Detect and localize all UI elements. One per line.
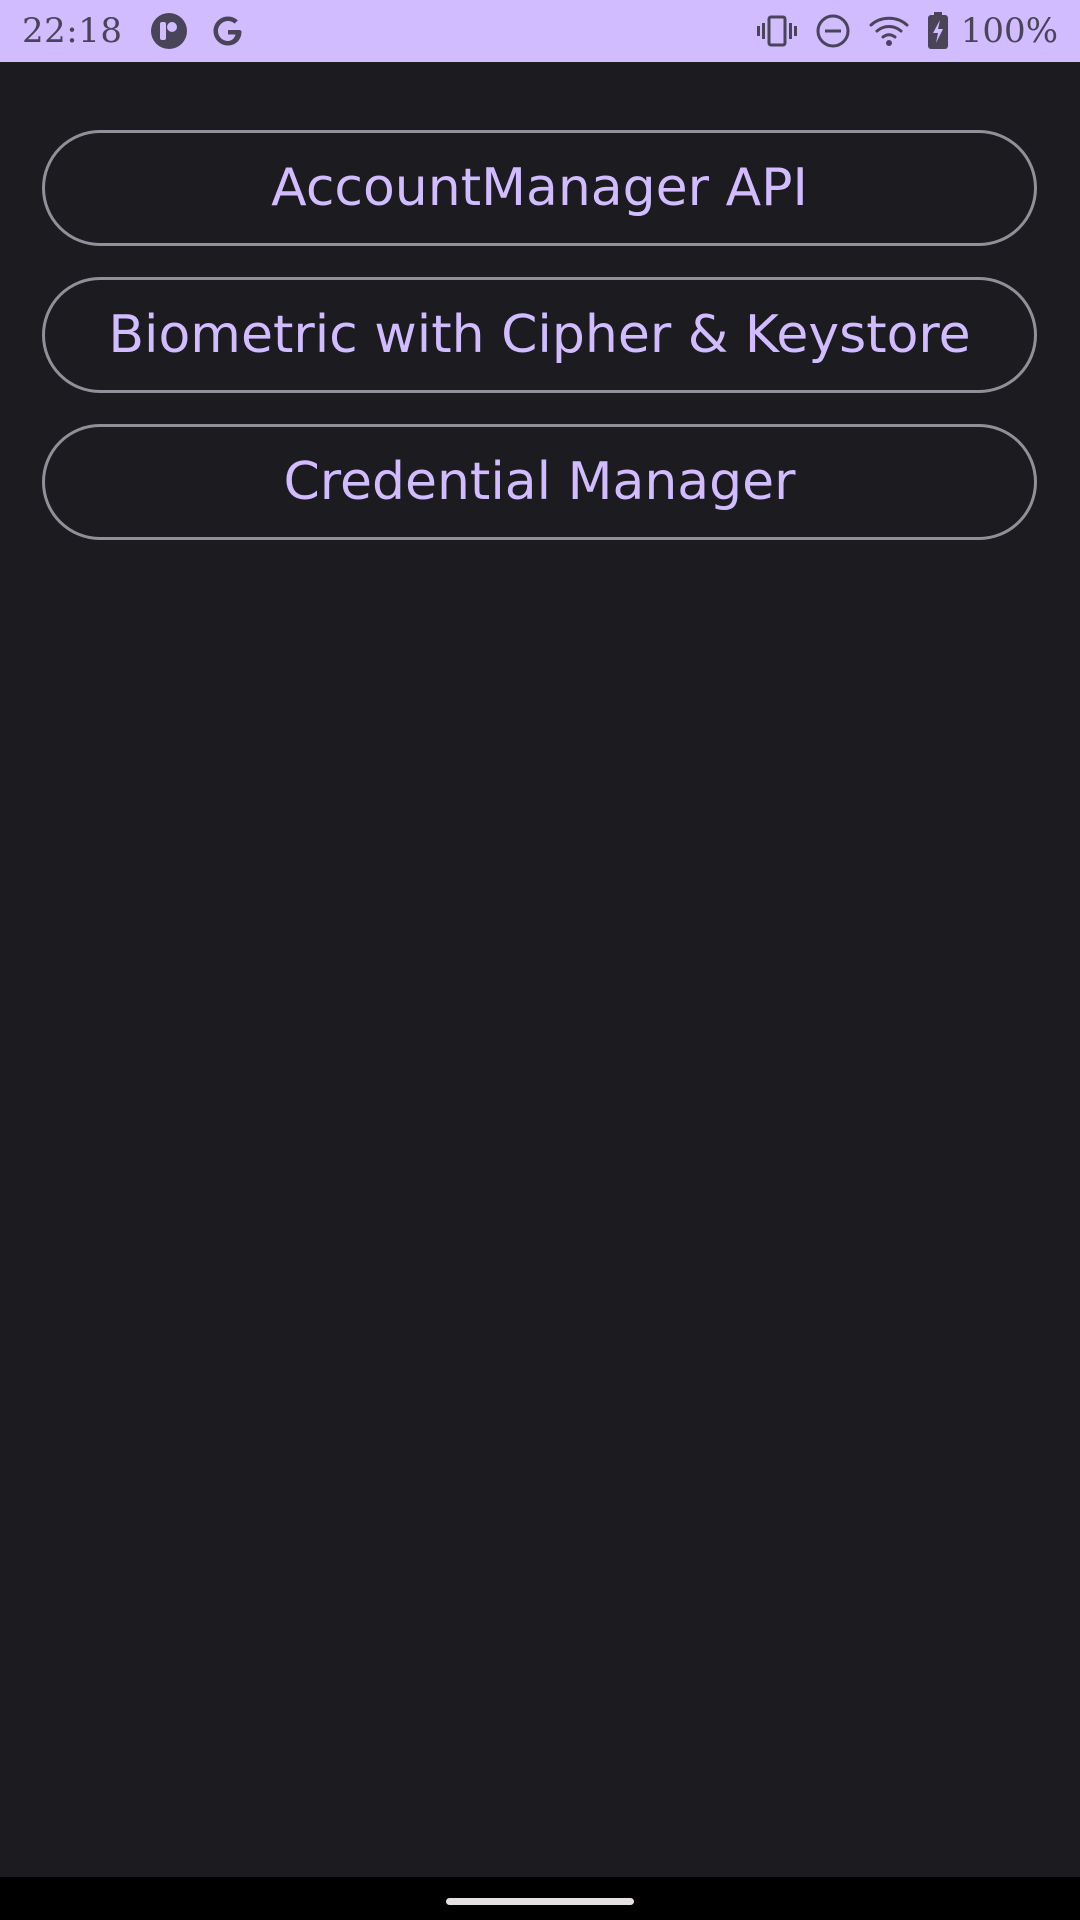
battery-charging-icon <box>927 12 949 50</box>
biometric-cipher-keystore-button[interactable]: Biometric with Cipher & Keystore <box>42 277 1037 393</box>
google-icon <box>210 13 246 49</box>
account-manager-api-button[interactable]: AccountManager API <box>42 130 1037 246</box>
status-left-icons <box>150 12 246 50</box>
status-time: 22:18 <box>22 11 123 51</box>
gesture-handle[interactable] <box>446 1898 634 1905</box>
main-content: AccountManager API Biometric with Cipher… <box>0 62 1080 1877</box>
app-notification-icon <box>150 12 188 50</box>
status-right-icons: 100% <box>756 11 1058 51</box>
wifi-icon <box>869 14 909 48</box>
vibrate-icon <box>756 14 797 48</box>
button-label: Credential Manager <box>283 452 796 512</box>
battery-percent: 100% <box>960 11 1058 51</box>
button-label: Biometric with Cipher & Keystore <box>108 305 971 365</box>
do-not-disturb-icon <box>815 13 851 49</box>
credential-manager-button[interactable]: Credential Manager <box>42 424 1037 540</box>
button-label: AccountManager API <box>271 158 808 218</box>
status-bar: 22:18 100% <box>0 0 1080 62</box>
